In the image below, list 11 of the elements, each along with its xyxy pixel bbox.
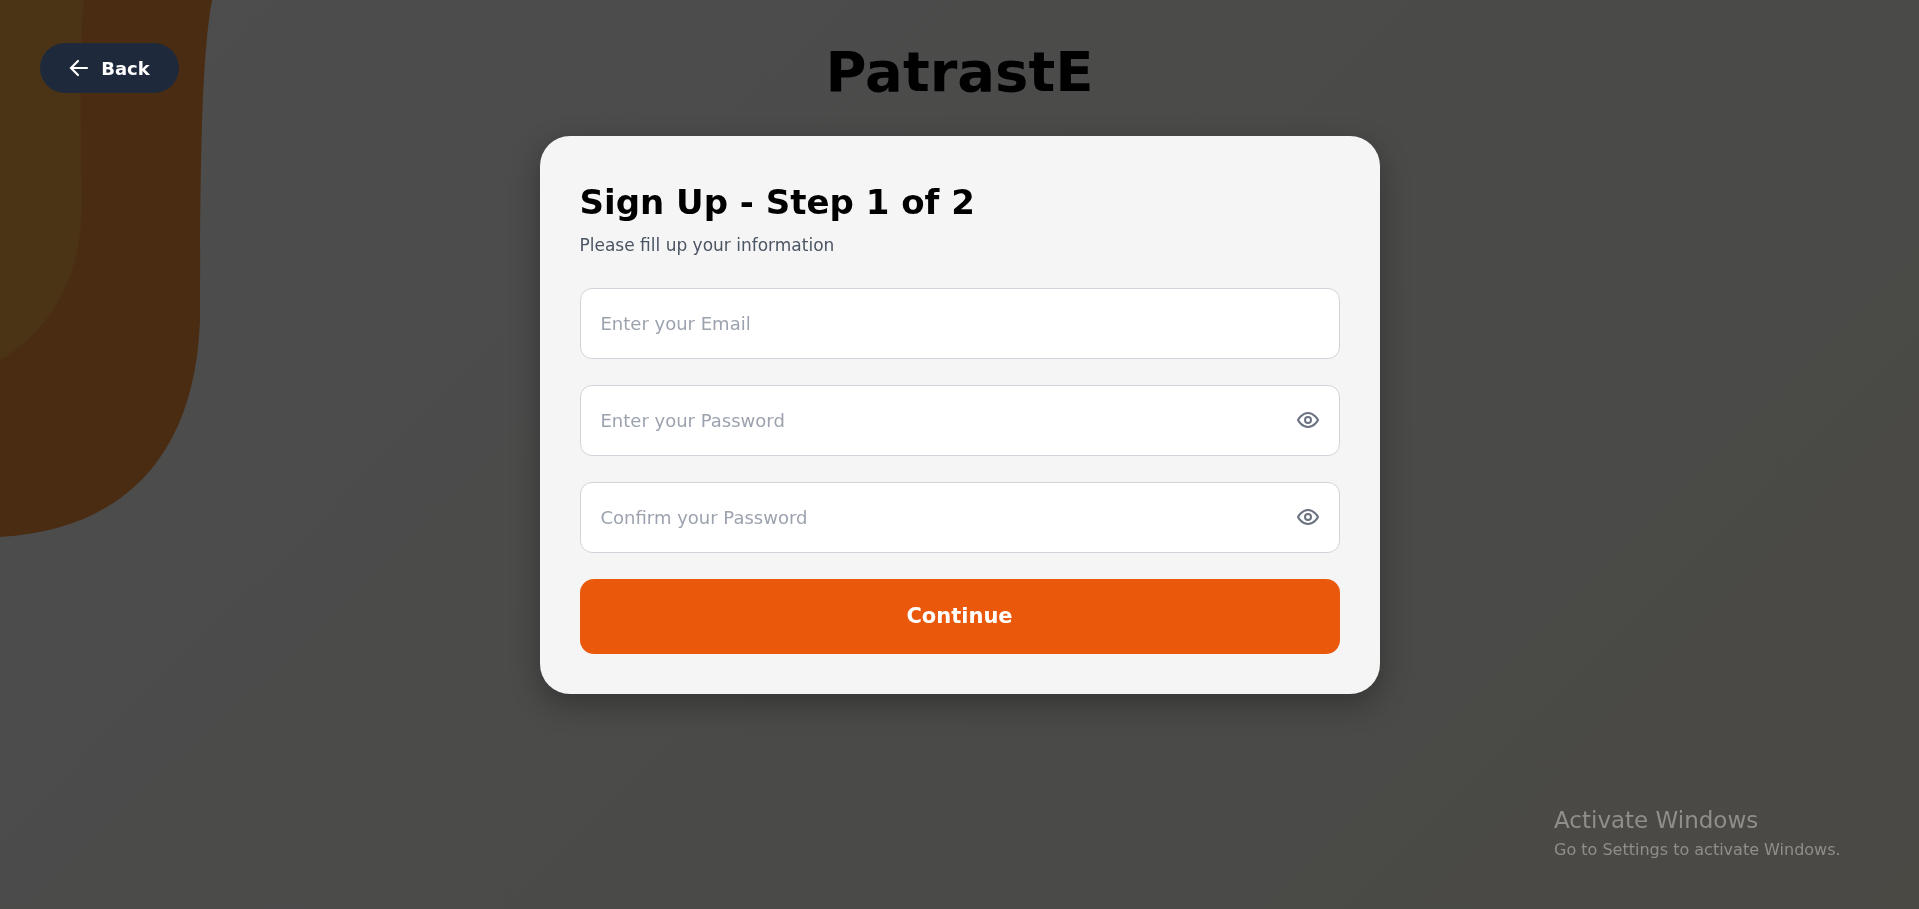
form-subtitle: Please fill up your information — [579, 233, 836, 257]
form-title: Sign Up - Step 1 of 2 — [579, 182, 976, 223]
continue-button[interactable]: Continue — [579, 579, 1340, 655]
input-field[interactable]: Enter your Email — [579, 288, 1340, 360]
arrow-left-icon — [69, 59, 90, 77]
brand-title: PatrastE — [825, 38, 1094, 100]
input-field[interactable]: Enter your Password — [579, 385, 1340, 457]
back-button[interactable]: Back — [40, 43, 179, 93]
notice-text: Go to Settings to activate Windows. — [1554, 838, 1841, 861]
input-field[interactable]: Confirm your Password — [579, 482, 1340, 554]
notice-title: Activate Windows — [1554, 806, 1760, 835]
